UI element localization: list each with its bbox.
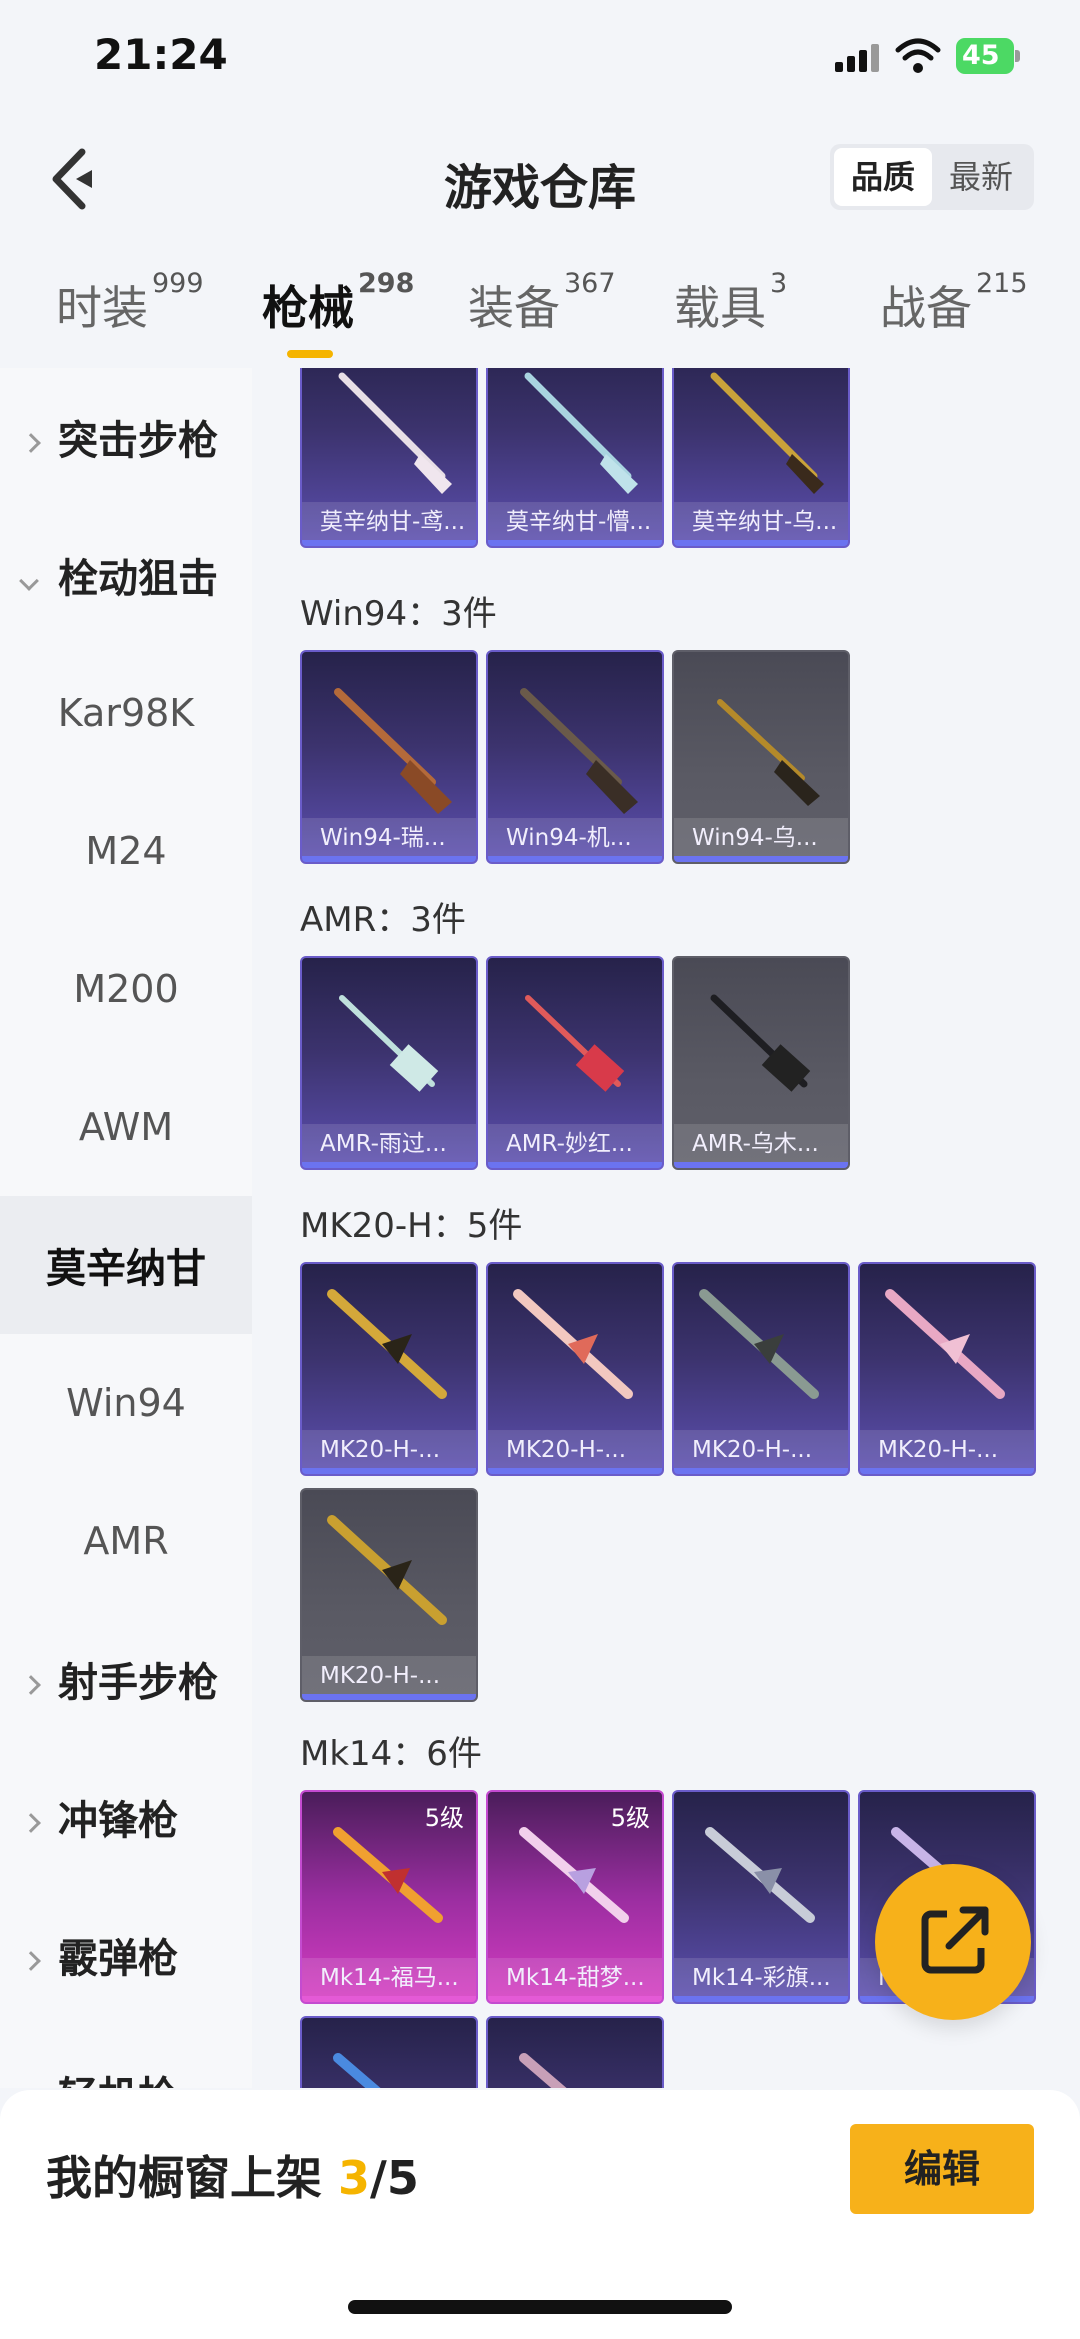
tab-count: 367 [564,268,616,299]
sidebar-item-label: 轻机枪 [58,2064,178,2088]
skin-card[interactable]: Win94-机... [486,650,664,864]
chevron-right-icon [24,2070,38,2088]
home-indicator[interactable] [348,2300,732,2314]
weapon-type-sidebar: 突击步枪 栓动狙击 Kar98K M24 M200 AWM 莫辛纳甘 Win94… [0,368,252,2088]
skin-card[interactable]: MK20-H-... [300,1488,478,1702]
sidebar-item-label: 霰弹枪 [58,1936,178,1982]
skin-card[interactable]: 莫辛纳甘-懵... [486,368,664,548]
rifle-icon [519,2053,567,2088]
skin-card[interactable]: AMR-雨过... [300,956,478,1170]
sidebar-item-dmr[interactable]: 射手步枪 [0,1610,252,1748]
sidebar-item-win94[interactable]: Win94 [0,1334,252,1472]
skin-card[interactable]: Win94-乌... [672,650,850,864]
sidebar-item-assault-rifle[interactable]: 突击步枪 [0,368,252,506]
tab-equipment[interactable]: 装备 367 [468,268,616,338]
sidebar-item-label: 突击步枪 [58,418,218,464]
sidebar-item-label: M24 [85,829,167,873]
skin-card[interactable]: MK20-H-... [858,1262,1036,1476]
chevron-right-icon [21,414,41,460]
active-tab-indicator [287,350,333,358]
skin-card[interactable] [300,2016,478,2088]
cellular-signal-icon [835,44,879,72]
sidebar-item-label: M200 [73,967,179,1011]
tab-count: 298 [358,268,415,299]
group-title-win94: Win94：3件 [300,594,497,634]
tab-label: 装备 [468,281,560,335]
sidebar-item-label: 栓动狙击 [58,556,218,602]
sidebar-item-lmg[interactable]: 轻机枪 [0,2024,252,2088]
tab-vehicles[interactable]: 载具 3 [674,268,787,338]
sidebar-item-label: Win94 [66,1381,186,1425]
sidebar-item-m24[interactable]: M24 [0,782,252,920]
skin-card[interactable]: AMR-乌木... [672,956,850,1170]
nav-header: 游戏仓库 品质 最新 [0,120,1080,240]
tab-label: 枪械 [262,281,354,335]
tab-supplies[interactable]: 战备 215 [880,268,1028,338]
skin-card[interactable]: 5级 Mk14-福马... [300,1790,478,2004]
sidebar-item-label: 莫辛纳甘 [46,1246,206,1292]
tab-count: 215 [976,268,1028,299]
sidebar-item-kar98k[interactable]: Kar98K [0,644,252,782]
chevron-right-icon [21,1794,41,1840]
sidebar-item-amr[interactable]: AMR [0,1472,252,1610]
category-tabs: 时装 999 枪械 298 装备 367 载具 3 战备 215 [0,250,1080,370]
skin-card[interactable]: MK20-H-... [300,1262,478,1476]
sidebar-item-smg[interactable]: 冲锋枪 [0,1748,252,1886]
skin-card[interactable]: 莫辛纳甘-乌... [672,368,850,548]
sidebar-item-label: 冲锋枪 [58,1798,178,1844]
skin-card[interactable]: AMR-妙红... [486,956,664,1170]
showcase-label-text: 我的橱窗上架 [46,2151,339,2205]
tab-guns[interactable]: 枪械 298 [262,268,414,338]
skin-card[interactable]: 莫辛纳甘-鸢... [300,368,478,548]
share-external-icon[interactable] [875,1864,1031,2020]
skin-card[interactable]: Mk14-彩旗... [672,1790,850,2004]
skin-card[interactable]: MK20-H-... [486,1262,664,1476]
group-title-mk14: Mk14：6件 [300,1734,482,1774]
group-title-mk20: MK20-H：5件 [300,1206,523,1246]
tab-count: 999 [152,268,204,299]
sidebar-item-label: AWM [78,1105,174,1149]
battery-level: 45 [956,38,1014,74]
status-time: 21:24 [94,30,228,79]
sidebar-item-label: 射手步枪 [58,1660,218,1706]
tab-label: 时装 [56,281,148,335]
status-bar: 21:24 45 [0,0,1080,120]
showcase-total: /5 [370,2151,419,2205]
skin-card[interactable]: MK20-H-... [672,1262,850,1476]
level-badge: 5级 [424,1804,464,1832]
battery-icon: 45 [956,38,1020,74]
chevron-right-icon [21,1932,41,1978]
sidebar-item-awm[interactable]: AWM [0,1058,252,1196]
skin-card[interactable] [486,2016,664,2088]
sidebar-item-bolt-sniper[interactable]: 栓动狙击 [0,506,252,644]
sidebar-item-mosin[interactable]: 莫辛纳甘 [0,1196,252,1334]
sidebar-item-label: AMR [83,1519,169,1563]
skin-card[interactable]: 5级 Mk14-甜梦... [486,1790,664,2004]
skin-grid: 莫辛纳甘-鸢... 莫辛纳甘-懵... 莫辛纳甘-乌... Win94：3件 W… [252,368,1080,2088]
chevron-down-icon [19,552,39,598]
rifle-icon [333,2053,381,2088]
skin-card[interactable]: Win94-瑞... [300,650,478,864]
tab-outfits[interactable]: 时装 999 [56,268,204,338]
sort-toggle: 品质 最新 [830,144,1034,210]
warehouse-screen: 21:24 45 游戏仓库 品质 最新 时装 999 枪械 298 装备 367 载具… [0,0,1080,2339]
group-title-amr: AMR：3件 [300,900,466,940]
showcase-count: 3 [338,2151,371,2205]
chevron-right-icon [21,1656,41,1702]
sidebar-item-m200[interactable]: M200 [0,920,252,1058]
edit-button[interactable]: 编辑 [850,2124,1034,2214]
sort-newest-button[interactable]: 最新 [932,148,1030,206]
showcase-label: 我的橱窗上架 3/5 [46,2142,419,2208]
tab-label: 载具 [674,281,766,335]
wifi-icon [895,36,941,76]
sidebar-item-shotgun[interactable]: 霰弹枪 [0,1886,252,2024]
tab-label: 战备 [880,281,972,335]
sidebar-item-label: Kar98K [57,691,195,735]
level-badge: 5级 [610,1804,650,1832]
tab-count: 3 [770,268,788,299]
sort-quality-button[interactable]: 品质 [834,148,932,206]
